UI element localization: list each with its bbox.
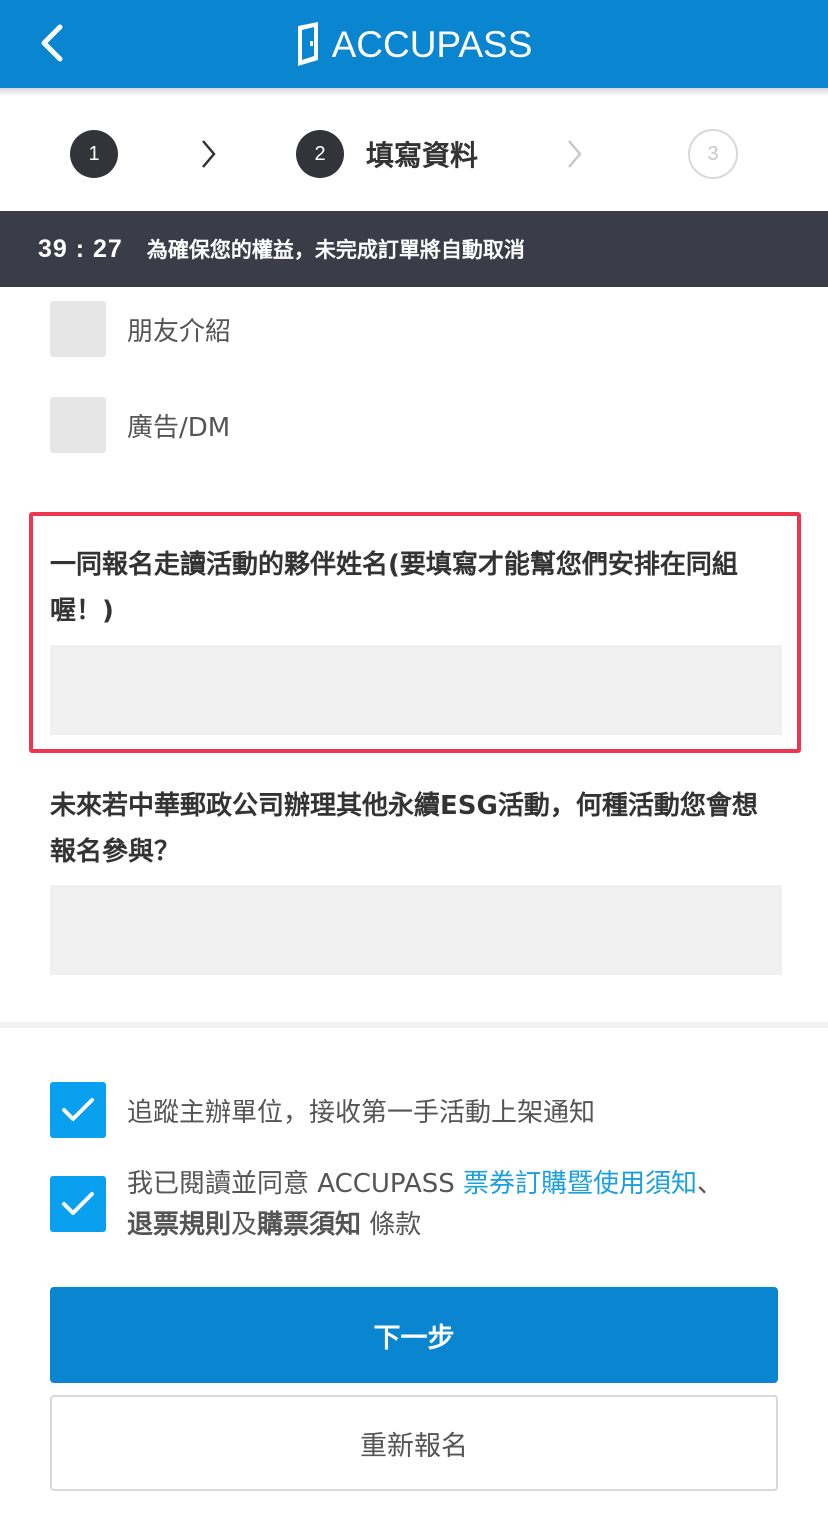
chevron-right-icon [568,140,582,168]
header-shadow [0,88,828,96]
option-label: 朋友介紹 [127,316,232,347]
purchase-notes-link[interactable]: 購票須知 [257,1210,361,1240]
next-step-button[interactable]: 下一步 [50,1287,778,1383]
checkbox-checked[interactable] [50,1176,106,1232]
esg-activity-input[interactable] [50,885,782,975]
countdown-timer: 39 : 27 [38,234,123,263]
checkbox[interactable] [50,397,106,453]
partner-name-question: 一同報名走讀活動的夥伴姓名(要填寫才能幫您們安排在同組喔！) [50,550,738,626]
countdown-bar: 39 : 27 為確保您的權益，未完成訂單將自動取消 [0,211,828,287]
agree-terms-option[interactable] [50,1176,106,1232]
option-advertising[interactable]: 廣告/DM [50,397,230,453]
section-divider [0,1022,828,1028]
step-2-circle: 2 [296,130,344,178]
terms-prefix: 我已閱讀並同意 ACCUPASS [127,1169,464,1199]
step-3-circle: 3 [688,129,738,179]
terms-text: 我已閱讀並同意 ACCUPASS 票券訂購暨使用須知、退票規則及購票須知 條款 [127,1164,787,1246]
esg-activity-question: 未來若中華郵政公司辦理其他永續ESG活動，何種活動您會想報名參與？ [50,791,758,867]
countdown-message: 為確保您的權益，未完成訂單將自動取消 [146,238,525,262]
re-register-button[interactable]: 重新報名 [50,1395,778,1491]
checkmark-icon [62,1098,94,1121]
step-1-circle: 1 [70,130,118,178]
and-text: 及 [231,1210,258,1240]
accupass-logo: ACCUPASS [0,0,828,88]
chevron-right-icon [202,140,216,168]
option-friend-referral[interactable]: 朋友介紹 [50,301,231,357]
ticket-terms-link[interactable]: 票券訂購暨使用須知 [463,1169,697,1199]
checkbox-checked[interactable] [50,1082,106,1138]
partner-name-input[interactable] [50,645,782,735]
app-header: ACCUPASS [0,0,828,88]
terms-separator: 、 [697,1169,724,1199]
checkmark-icon [62,1192,94,1215]
step-2-label: 填寫資料 [366,139,479,172]
door-logo-icon [297,22,318,66]
terms-suffix: 條款 [361,1210,422,1240]
option-label: 廣告/DM [127,412,231,443]
checkbox[interactable] [50,301,106,357]
follow-organizer-option[interactable]: 追蹤主辦單位，接收第一手活動上架通知 [50,1082,595,1138]
refund-policy-link[interactable]: 退票規則 [127,1210,231,1240]
logo-text: ACCUPASS [331,24,533,65]
follow-organizer-label: 追蹤主辦單位，接收第一手活動上架通知 [127,1097,596,1128]
